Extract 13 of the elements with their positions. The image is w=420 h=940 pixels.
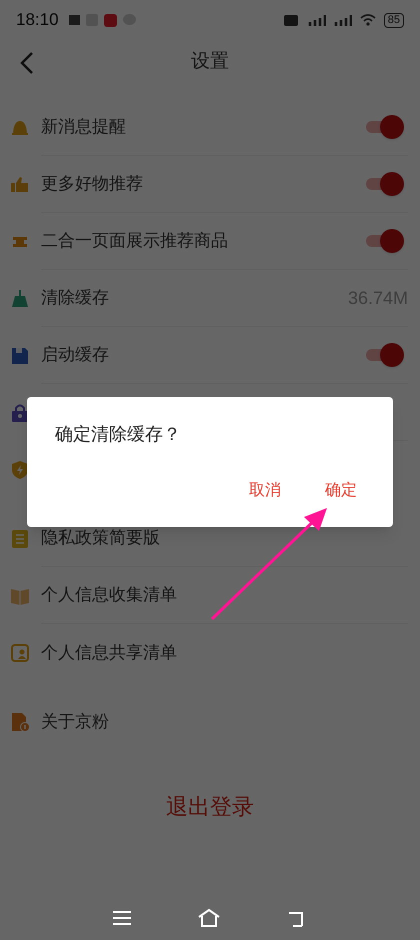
setting-label: 隐私政策简要版 — [41, 527, 160, 550]
setting-label: 清除缓存 — [41, 287, 109, 310]
page-title: 设置 — [191, 50, 229, 74]
setting-label: 二合一页面展示推荐商品 — [41, 230, 228, 252]
setting-label: 个人信息共享清单 — [41, 642, 177, 664]
setting-label: 新消息提醒 — [41, 116, 126, 138]
setting-label: 更多好物推荐 — [41, 173, 143, 196]
setting-label: 启动缓存 — [41, 344, 109, 366]
setting-label: 关于京粉 — [41, 710, 109, 733]
battery-level: 85 — [384, 12, 404, 28]
status-time: 18:10 — [16, 9, 59, 32]
dialog-message: 确定清除缓存？ — [55, 423, 181, 446]
setting-label: 个人信息收集清单 — [41, 584, 177, 606]
